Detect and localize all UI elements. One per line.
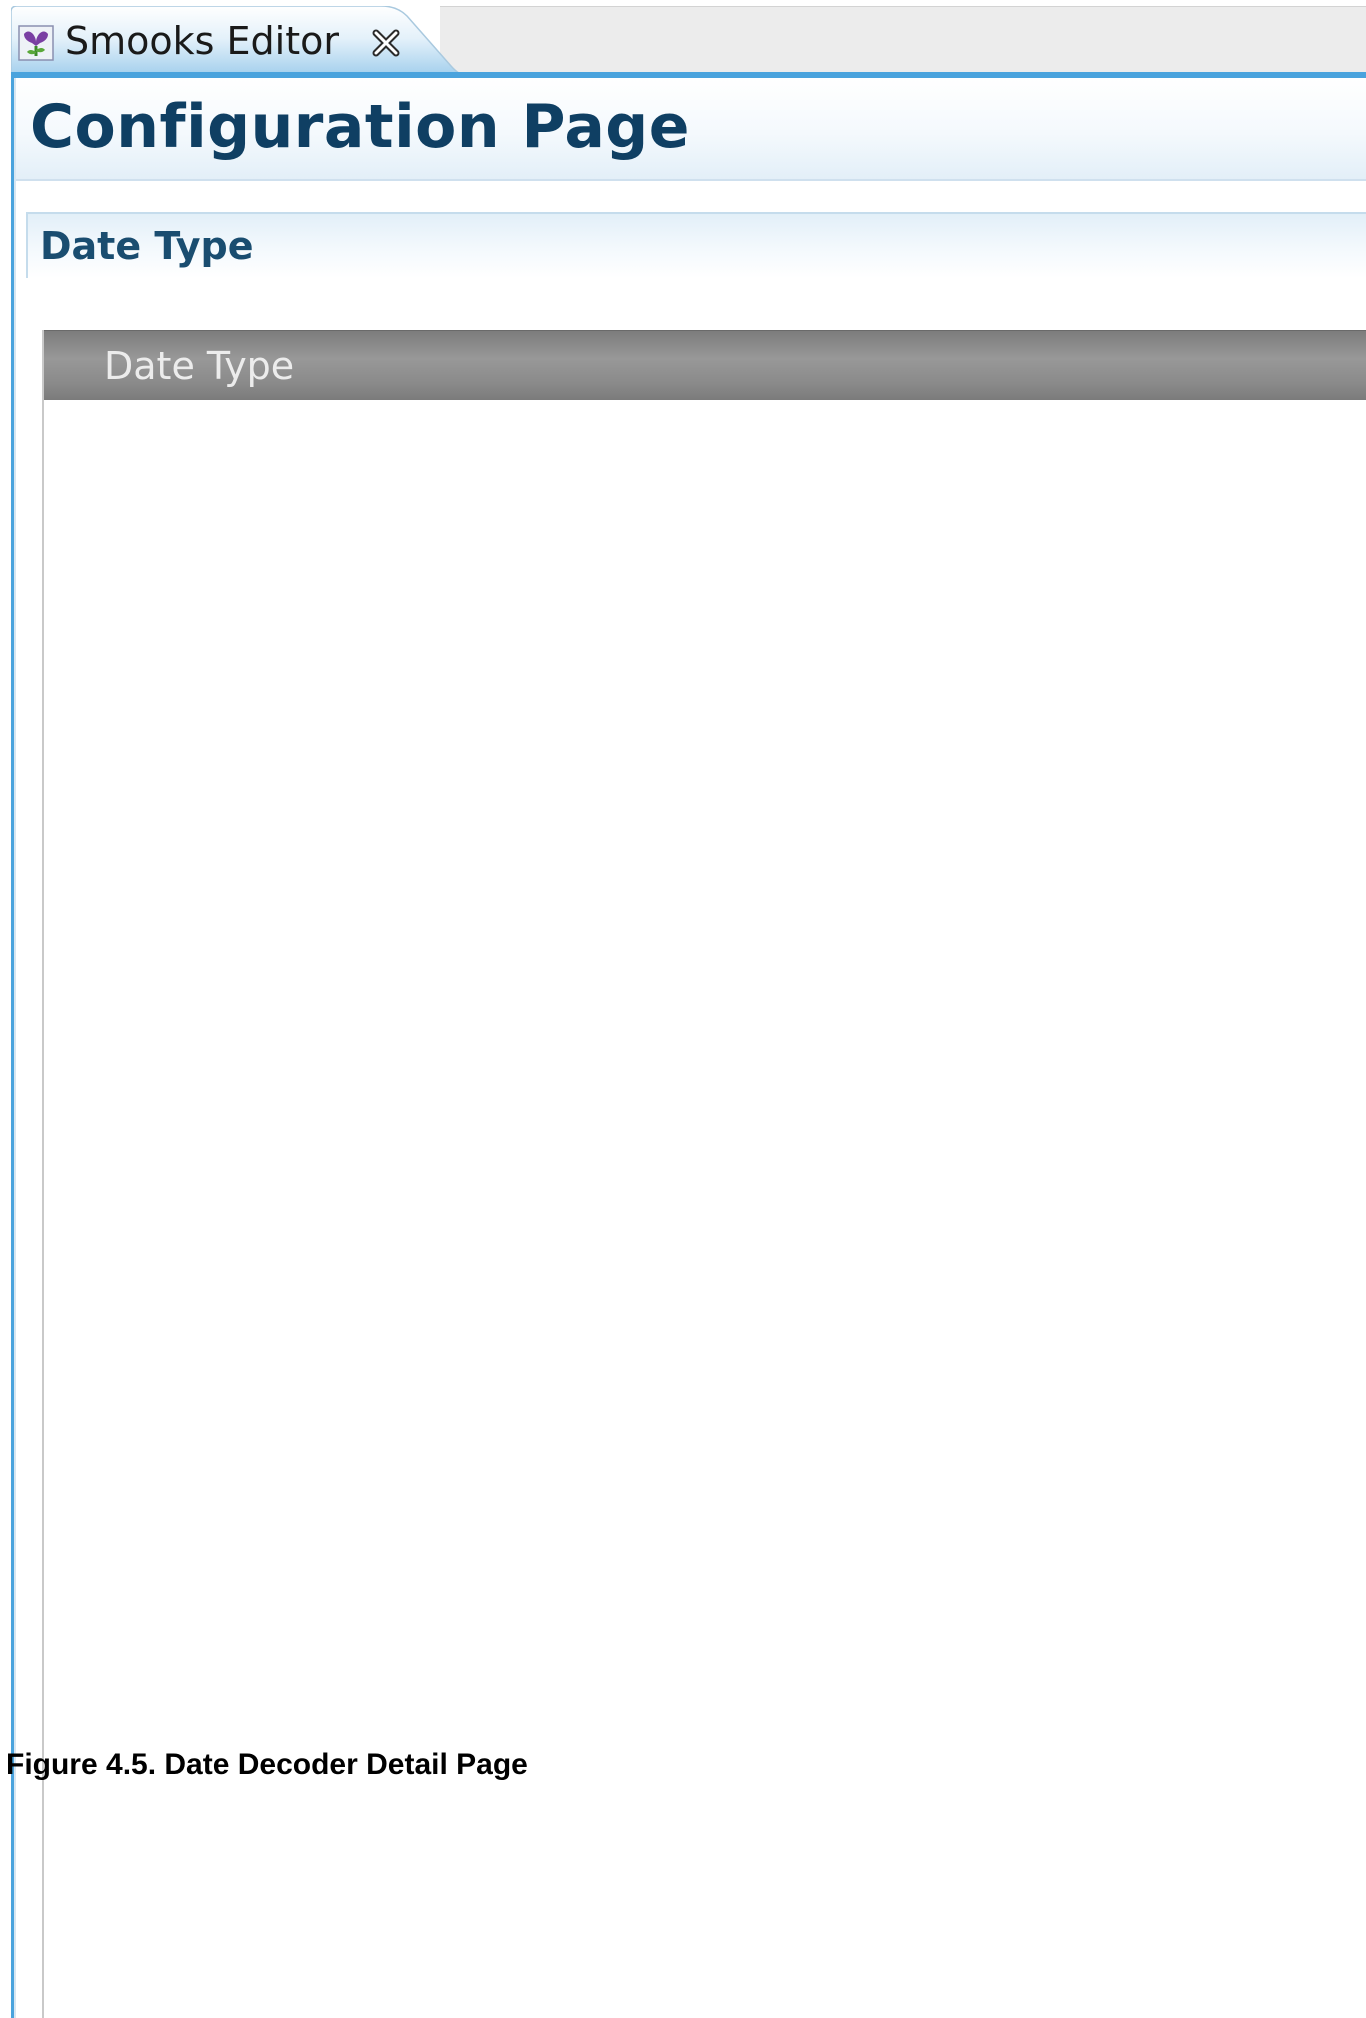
form-header: Configuration Page <box>16 78 1366 181</box>
section-header[interactable]: Date Type <box>26 212 1366 278</box>
close-icon[interactable] <box>369 26 403 60</box>
figure-caption: Figure 4.5. Date Decoder Detail Page <box>6 1748 528 1781</box>
tab-title: Smooks Editor <box>65 19 339 63</box>
tab-strip-background <box>440 6 1366 73</box>
table-header: Date Type <box>44 330 1366 401</box>
editor-tab-strip: Smooks Editor <box>0 0 1366 78</box>
editor-frame-inner-border <box>14 78 16 2018</box>
tab-smooks-editor[interactable]: Smooks Editor <box>11 6 466 78</box>
section-title: Date Type <box>40 224 254 268</box>
smooks-editor-icon <box>18 22 56 64</box>
smooks-editor-screenshot: Smooks Editor Configuration Page Date Ty… <box>0 0 1366 2018</box>
page-title: Configuration Page <box>30 92 690 162</box>
column-header-date-type[interactable]: Date Type <box>104 344 294 388</box>
